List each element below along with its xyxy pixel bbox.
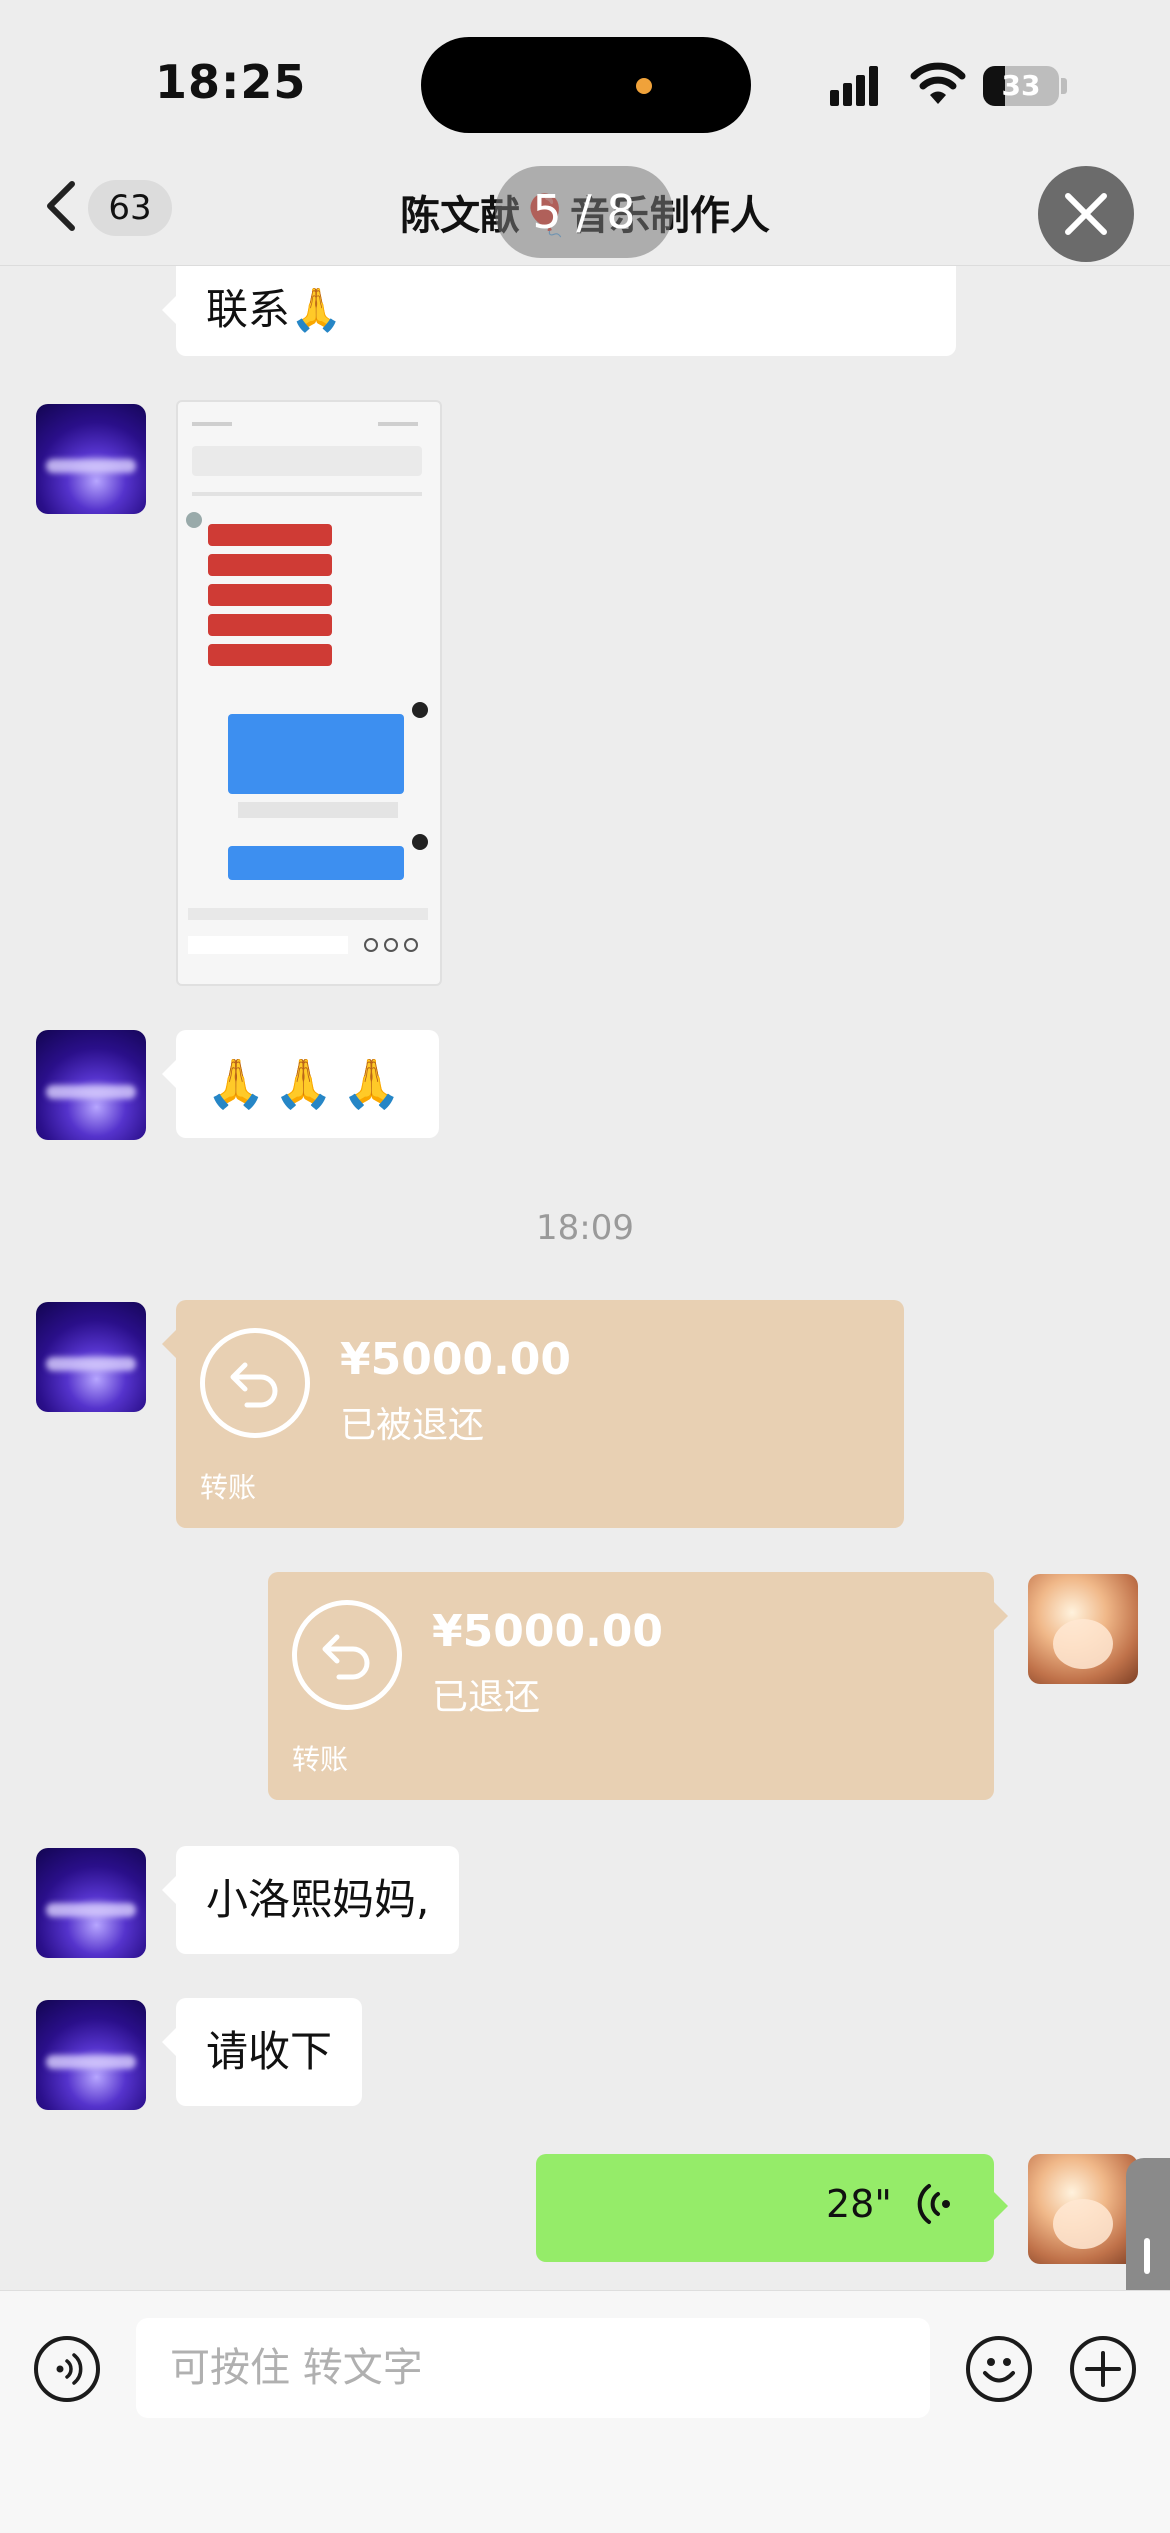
voice-input-button[interactable] [34,2336,100,2402]
voice-wave-icon [917,2184,950,2224]
refund-icon [200,1328,310,1438]
my-avatar[interactable] [1028,2154,1138,2264]
chevron-left-icon[interactable] [38,178,88,234]
wifi-icon [910,62,966,104]
emoji-button[interactable] [966,2336,1032,2402]
message-bubble-emoji[interactable]: 🙏🙏🙏 [161,1030,440,1138]
close-icon [1065,193,1107,235]
transfer-amount: ¥5000.00 [340,1334,572,1385]
transfer-card-sent[interactable]: ¥5000.00 已退还 转账 [268,1572,1008,1800]
contact-avatar[interactable] [36,2000,146,2110]
emoji-icon [983,2358,1015,2383]
message-input[interactable]: 可按住 转文字 [136,2318,930,2418]
chat-timestamp: 18:09 [536,1208,634,1248]
message-text: 🙏🙏🙏 [206,1056,410,1112]
contact-avatar[interactable] [36,404,146,514]
battery-percentage: 33 [1001,69,1041,102]
message-bubble-partial[interactable]: 联系🙏 [162,266,956,356]
close-button[interactable] [1038,166,1134,262]
my-avatar[interactable] [1028,1574,1138,1684]
plus-icon [1085,2351,1121,2387]
contact-avatar[interactable] [36,1848,146,1958]
transfer-type-label: 转账 [292,1743,349,1776]
status-time: 18:25 [155,55,307,109]
message-text: 请收下 [206,2027,333,2076]
transfer-type-label: 转账 [200,1471,257,1504]
contact-avatar[interactable] [36,1302,146,1412]
cellular-signal-icon [830,66,888,106]
voice-icon [56,2353,83,2385]
battery-cap [1061,78,1067,94]
image-page-counter: 5 / 8 [495,166,673,258]
message-bubble[interactable]: 请收下 [161,1998,363,2106]
privacy-indicator-dot [636,78,652,94]
contact-avatar[interactable] [36,1030,146,1140]
message-text: 联系🙏 [206,285,343,334]
unread-count-badge[interactable]: 63 [88,180,172,236]
voice-duration: 28" [826,2182,892,2226]
transfer-card-received[interactable]: ¥5000.00 已被退还 转账 [162,1300,904,1528]
message-bubble[interactable]: 小洛熙妈妈, [161,1846,460,1954]
refund-icon [292,1600,402,1710]
message-text: 小洛熙妈妈, [206,1875,430,1924]
more-actions-button[interactable] [1070,2336,1136,2402]
dynamic-island [421,37,751,133]
transfer-status: 已被退还 [340,1405,485,1446]
transfer-status: 已退还 [432,1677,541,1718]
transfer-amount: ¥5000.00 [432,1606,664,1657]
message-image-screenshot[interactable] [176,400,442,986]
